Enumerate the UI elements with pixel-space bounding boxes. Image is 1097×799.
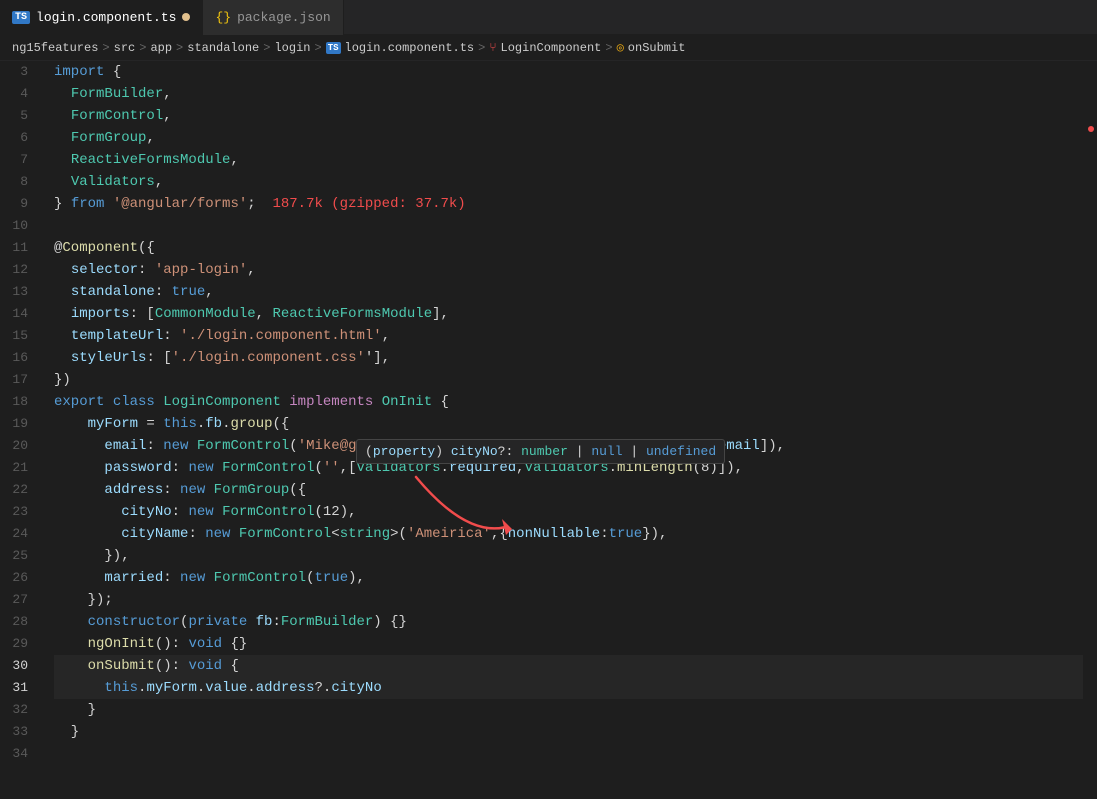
code-line-27: });	[54, 589, 1083, 611]
bc-sep4: >	[263, 41, 270, 55]
bc-ts-icon: TS	[326, 42, 341, 54]
ln-23: 23	[0, 501, 36, 523]
code-line-25: }),	[54, 545, 1083, 567]
code-line-34	[54, 743, 1083, 765]
bc-login: login	[274, 41, 310, 55]
ln-34: 34	[0, 743, 36, 765]
code-line-33: }	[54, 721, 1083, 743]
code-line-18: export class LoginComponent implements O…	[54, 391, 1083, 413]
bc-filename: login.component.ts	[345, 41, 475, 55]
ln-21: 21	[0, 457, 36, 479]
ln-3: 3	[0, 61, 36, 83]
scrollbar[interactable]	[1083, 61, 1097, 799]
code-line-5: FormControl,	[54, 105, 1083, 127]
bc-sep1: >	[102, 41, 109, 55]
ln-29: 29	[0, 633, 36, 655]
ln-19: 19	[0, 413, 36, 435]
ln-17: 17	[0, 369, 36, 391]
ln-15: 15	[0, 325, 36, 347]
ln-7: 7	[0, 149, 36, 171]
json-icon: {}	[215, 10, 231, 25]
code-line-30: onSubmit(): void {	[54, 655, 1083, 677]
code-line-21: password: new FormControl('',[Validators…	[54, 457, 1083, 479]
code-line-26: married: new FormControl(true),	[54, 567, 1083, 589]
ln-26: 26	[0, 567, 36, 589]
ln-32: 32	[0, 699, 36, 721]
code-line-24: cityName: new FormControl<string>('Ameir…	[54, 523, 1083, 545]
tab-login-component[interactable]: TS login.component.ts	[0, 0, 203, 35]
bc-standalone: standalone	[187, 41, 259, 55]
scrollbar-error-indicator	[1088, 126, 1094, 132]
code-line-16: styleUrls: ['./login.component.css''],	[54, 347, 1083, 369]
code-line-14: imports: [CommonModule, ReactiveFormsMod…	[54, 303, 1083, 325]
ln-33: 33	[0, 721, 36, 743]
ln-11: 11	[0, 237, 36, 259]
ln-27: 27	[0, 589, 36, 611]
bc-src: src	[114, 41, 136, 55]
code-line-29: ngOnInit(): void {}	[54, 633, 1083, 655]
ln-10: 10	[0, 215, 36, 237]
bc-sep5: >	[314, 41, 321, 55]
ln-24: 24	[0, 523, 36, 545]
ln-6: 6	[0, 127, 36, 149]
ts-icon: TS	[12, 11, 30, 24]
editor: 3 4 5 6 7 8 9 10 11 12 13 14 15 16 17 18…	[0, 61, 1097, 799]
code-line-12: selector: 'app-login',	[54, 259, 1083, 281]
code-line-22: address: new FormGroup({	[54, 479, 1083, 501]
code-line-11: @Component({	[54, 237, 1083, 259]
ln-9: 9	[0, 193, 36, 215]
bc-fn-icon: ◎	[617, 40, 624, 55]
ln-16: 16	[0, 347, 36, 369]
code-line-31: this.myForm.value.address?.cityNo	[54, 677, 1083, 699]
ln-25: 25	[0, 545, 36, 567]
code-line-20: email: new FormControl('Mike@gmail.com',…	[54, 435, 1083, 457]
code-line-17: })	[54, 369, 1083, 391]
tab-package-label: package.json	[237, 10, 331, 25]
bc-app: app	[150, 41, 172, 55]
code-line-6: FormGroup,	[54, 127, 1083, 149]
code-line-32: }	[54, 699, 1083, 721]
ln-18: 18	[0, 391, 36, 413]
code-line-28: constructor(private fb:FormBuilder) {}	[54, 611, 1083, 633]
code-line-3: import {	[54, 61, 1083, 83]
code-line-13: standalone: true,	[54, 281, 1083, 303]
ln-4: 4	[0, 83, 36, 105]
code-line-10	[54, 215, 1083, 237]
tab-bar: TS login.component.ts {} package.json	[0, 0, 1097, 35]
bc-method: onSubmit	[628, 41, 686, 55]
code-line-9: } from '@angular/forms'; 187.7k (gzipped…	[54, 193, 1083, 215]
bc-comp-icon: ⑂	[489, 41, 496, 55]
code-line-4: FormBuilder,	[54, 83, 1083, 105]
bc-sep7: >	[605, 41, 612, 55]
bc-sep2: >	[139, 41, 146, 55]
code-line-8: Validators,	[54, 171, 1083, 193]
ln-5: 5	[0, 105, 36, 127]
ln-30: 30	[0, 655, 36, 677]
code-content[interactable]: import { FormBuilder, FormControl, FormG…	[46, 61, 1083, 799]
ln-28: 28	[0, 611, 36, 633]
ln-12: 12	[0, 259, 36, 281]
ln-8: 8	[0, 171, 36, 193]
bc-sep3: >	[176, 41, 183, 55]
ln-14: 14	[0, 303, 36, 325]
bc-ng15features: ng15features	[12, 41, 98, 55]
breadcrumb: ng15features > src > app > standalone > …	[0, 35, 1097, 61]
code-line-7: ReactiveFormsModule,	[54, 149, 1083, 171]
tab-package-json[interactable]: {} package.json	[203, 0, 343, 35]
code-line-19: myForm = this.fb.group({	[54, 413, 1083, 435]
tab-modified-dot	[182, 13, 190, 21]
bc-sep6: >	[478, 41, 485, 55]
code-line-15: templateUrl: './login.component.html',	[54, 325, 1083, 347]
tab-login-label: login.component.ts	[36, 10, 176, 25]
ln-22: 22	[0, 479, 36, 501]
code-line-23: cityNo: new FormControl(12),	[54, 501, 1083, 523]
ln-13: 13	[0, 281, 36, 303]
ln-31: 31	[0, 677, 36, 699]
ln-20: 20	[0, 435, 36, 457]
line-numbers: 3 4 5 6 7 8 9 10 11 12 13 14 15 16 17 18…	[0, 61, 46, 799]
bc-classname: LoginComponent	[501, 41, 602, 55]
